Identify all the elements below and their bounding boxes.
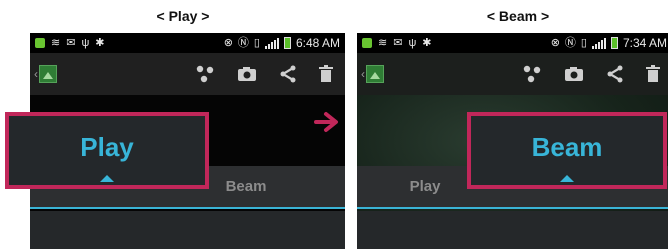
selected-indicator-icon: [560, 175, 574, 182]
camera-icon[interactable]: [237, 66, 257, 82]
alarm-icon: ⊗: [223, 36, 233, 49]
selected-indicator-icon: [100, 175, 114, 182]
action-bar: ‹: [30, 53, 345, 95]
mail-icon: ✉: [66, 36, 76, 49]
wifi-icon: ≋: [378, 36, 388, 49]
caption-beam: < Beam >: [486, 8, 550, 24]
gallery-back-button[interactable]: ‹: [361, 61, 387, 87]
lower-panel: [30, 211, 345, 249]
usb-icon: ψ: [408, 36, 417, 49]
nfc-icon: Ⓝ: [237, 36, 249, 49]
share-icon[interactable]: [279, 65, 297, 83]
tab-play-highlighted[interactable]: Play: [5, 112, 209, 189]
share-connect-icon[interactable]: [522, 65, 542, 83]
chevron-left-icon: ‹: [361, 67, 365, 81]
wifi-icon: ≋: [51, 36, 61, 49]
tab-play[interactable]: Play: [375, 166, 475, 207]
signal-icon: [591, 37, 606, 49]
notification-icon: [35, 38, 45, 48]
caption-play: < Play >: [156, 8, 210, 24]
usb-icon: ψ: [81, 36, 90, 49]
transition-arrow-icon: [314, 112, 338, 132]
debug-icon: ✱: [422, 36, 432, 49]
vibrate-icon: ▯: [580, 36, 587, 49]
action-bar: ‹: [357, 53, 668, 95]
chevron-left-icon: ‹: [34, 67, 38, 81]
clock: 6:48 AM: [295, 36, 340, 50]
debug-icon: ✱: [95, 36, 105, 49]
gallery-back-button[interactable]: ‹: [34, 61, 60, 87]
alarm-icon: ⊗: [550, 36, 560, 49]
gallery-thumbnail-icon: [366, 65, 384, 83]
status-bar: ≋ ✉ ψ ✱ ⊗ Ⓝ ▯ 6:48 AM: [30, 33, 345, 53]
share-connect-icon[interactable]: [195, 65, 215, 83]
battery-icon: [283, 37, 291, 49]
status-bar: ≋ ✉ ψ ✱ ⊗ Ⓝ ▯ 7:34 AM: [357, 33, 668, 53]
mail-icon: ✉: [393, 36, 403, 49]
tab-beam[interactable]: Beam: [206, 166, 286, 207]
battery-icon: [610, 37, 618, 49]
trash-icon[interactable]: [646, 65, 660, 83]
nfc-icon: Ⓝ: [564, 36, 576, 49]
tab-play-label: Play: [80, 132, 134, 162]
vibrate-icon: ▯: [253, 36, 260, 49]
tab-beam-label: Beam: [531, 132, 603, 162]
notification-icon: [362, 38, 372, 48]
signal-icon: [264, 37, 279, 49]
tab-beam-highlighted[interactable]: Beam: [467, 112, 667, 189]
camera-icon[interactable]: [564, 66, 584, 82]
gallery-thumbnail-icon: [39, 65, 57, 83]
clock: 7:34 AM: [622, 36, 667, 50]
trash-icon[interactable]: [319, 65, 333, 83]
share-icon[interactable]: [606, 65, 624, 83]
lower-panel: [357, 211, 668, 249]
